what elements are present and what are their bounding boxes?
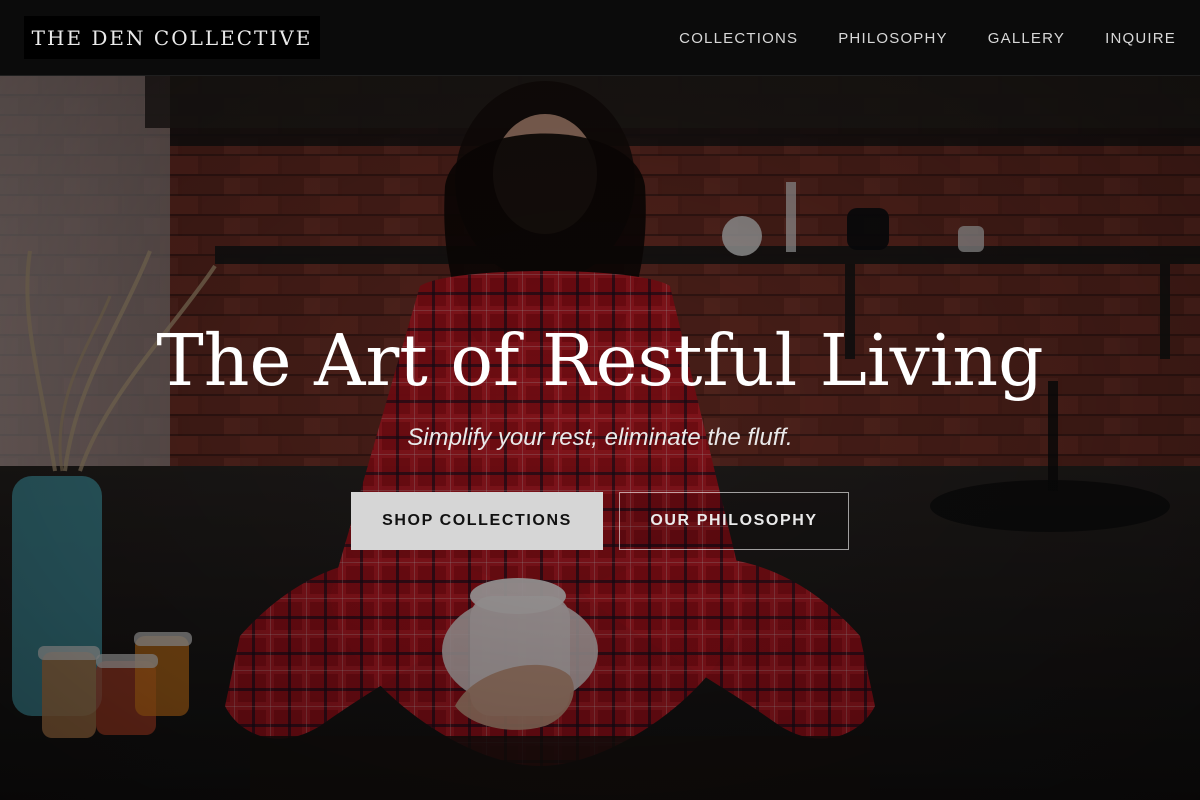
nav-item-collections[interactable]: COLLECTIONS [679, 30, 798, 47]
hero-title: The Art of Restful Living [156, 319, 1044, 402]
nav-item-gallery[interactable]: GALLERY [988, 30, 1065, 47]
our-philosophy-button[interactable]: OUR PHILOSOPHY [619, 492, 849, 550]
hero-content: The Art of Restful Living Simplify your … [0, 76, 1200, 800]
hero-subtitle: Simplify your rest, eliminate the fluff. [407, 424, 793, 451]
shop-collections-button[interactable]: SHOP COLLECTIONS [351, 492, 603, 550]
brand-logo[interactable]: THE DEN COLLECTIVE [24, 16, 320, 59]
site-header: THE DEN COLLECTIVE COLLECTIONS PHILOSOPH… [0, 0, 1200, 76]
primary-nav: COLLECTIONS PHILOSOPHY GALLERY INQUIRE [679, 0, 1176, 76]
hero-section: The Art of Restful Living Simplify your … [0, 76, 1200, 800]
nav-item-philosophy[interactable]: PHILOSOPHY [838, 30, 948, 47]
hero-cta-group: SHOP COLLECTIONS OUR PHILOSOPHY [351, 492, 849, 550]
nav-item-inquire[interactable]: INQUIRE [1105, 30, 1176, 47]
